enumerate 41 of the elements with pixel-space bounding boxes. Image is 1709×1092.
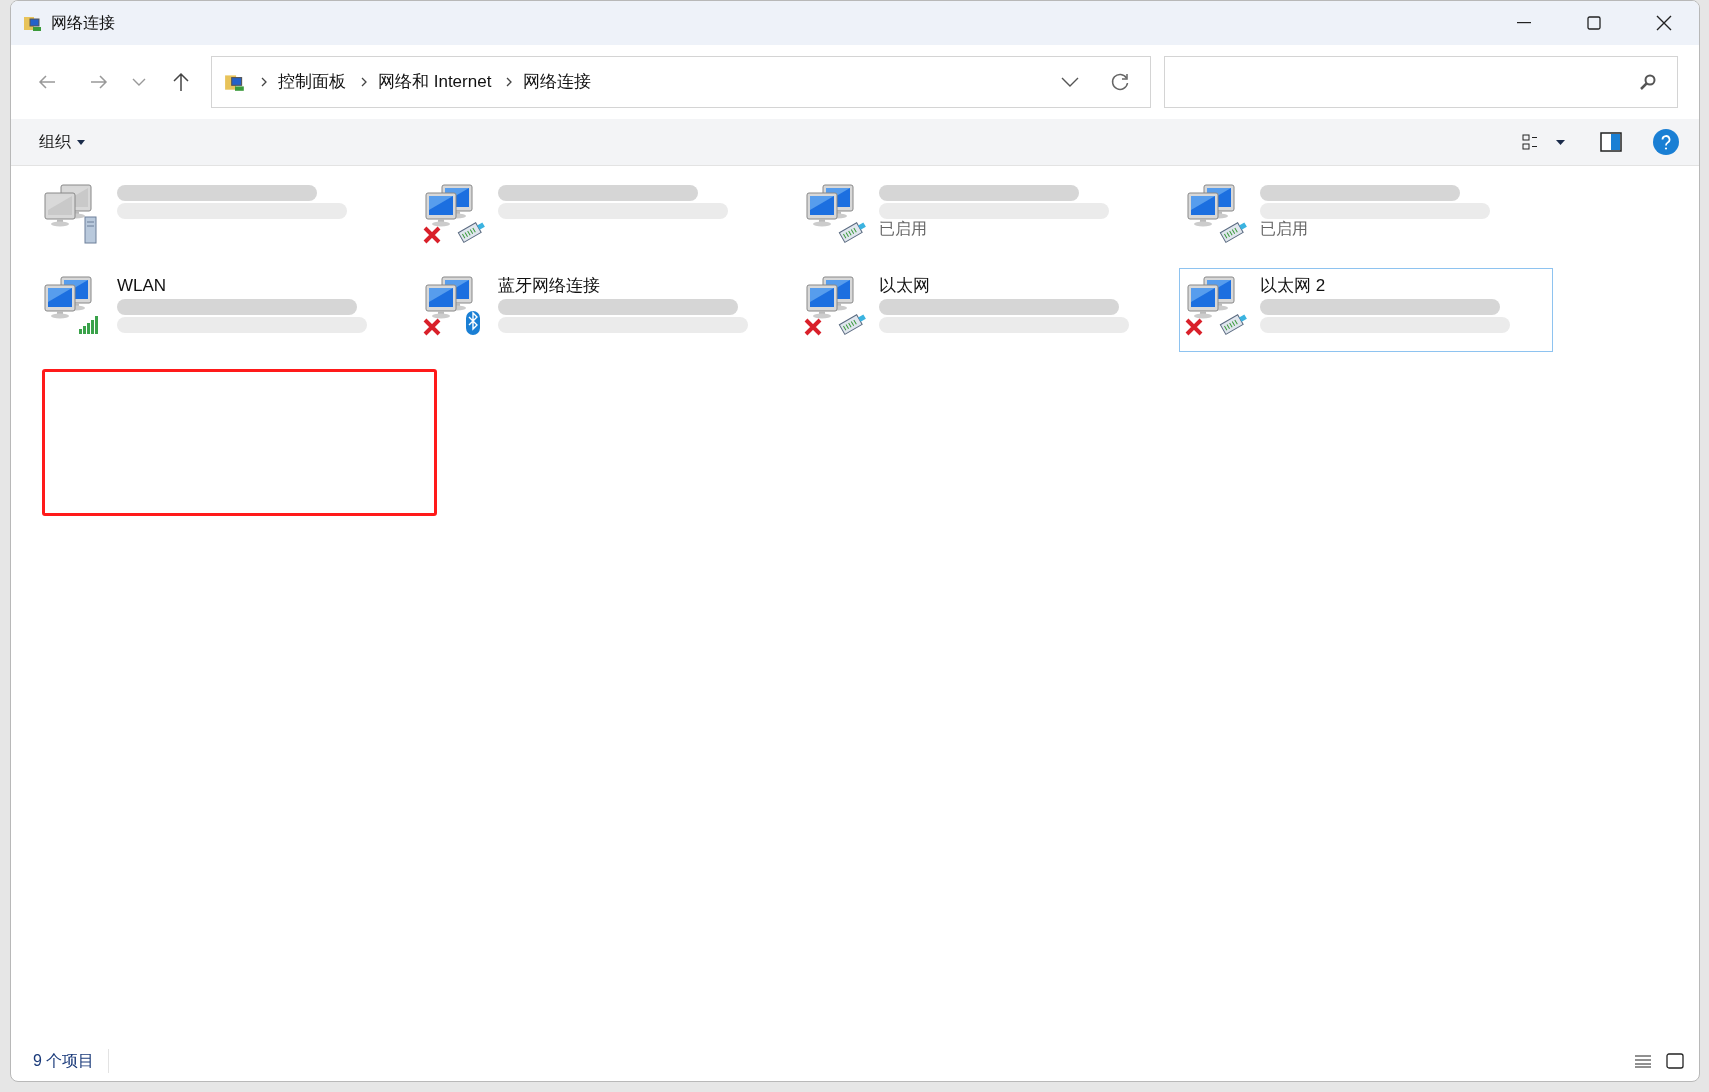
preview-pane-button[interactable] bbox=[1599, 130, 1623, 154]
connection-item[interactable]: 以太网 bbox=[798, 268, 1172, 352]
close-icon bbox=[1656, 15, 1672, 31]
connection-name: 以太网 2 bbox=[1260, 275, 1327, 297]
connection-item[interactable]: WLAN bbox=[36, 268, 410, 352]
connection-item[interactable]: 蓝牙网络连接 bbox=[417, 268, 791, 352]
connection-item[interactable]: 已启用 bbox=[1179, 176, 1553, 260]
connection-item[interactable]: 已启用 bbox=[798, 176, 1172, 260]
up-icon bbox=[172, 72, 190, 92]
back-icon bbox=[38, 74, 56, 90]
connection-name: 以太网 bbox=[879, 275, 931, 297]
help-icon bbox=[1661, 134, 1671, 150]
forward-icon bbox=[90, 74, 108, 90]
breadcrumb-item[interactable]: 控制面板 bbox=[278, 69, 346, 95]
chevron-icon bbox=[505, 77, 514, 87]
connection-item[interactable]: 以太网 2 bbox=[1179, 268, 1553, 352]
preview-pane-icon bbox=[1600, 132, 1622, 152]
chevron-icon bbox=[360, 77, 368, 87]
maximize-icon bbox=[1587, 16, 1601, 30]
recent-dropdown-icon bbox=[132, 78, 146, 86]
address-bar[interactable]: 控制面板 网络和 Internet 网络连接 bbox=[211, 56, 1151, 108]
caret-icon bbox=[77, 139, 85, 145]
caret-icon bbox=[1556, 139, 1565, 145]
details-view-icon bbox=[1634, 1054, 1652, 1068]
breadcrumb-item[interactable]: 网络连接 bbox=[523, 69, 592, 95]
refresh-icon bbox=[1110, 72, 1130, 92]
connection-name: 蓝牙网络连接 bbox=[498, 275, 601, 297]
connection-status: 已启用 bbox=[879, 219, 928, 239]
help-button[interactable] bbox=[1653, 129, 1679, 155]
minimize-icon bbox=[1517, 22, 1531, 24]
breadcrumb-item[interactable]: 网络和 Internet bbox=[378, 69, 492, 95]
address-dropdown-icon bbox=[1061, 77, 1079, 87]
window-title: 网络连接 bbox=[51, 13, 115, 33]
large-icons-view-icon bbox=[1666, 1053, 1684, 1069]
search-field[interactable] bbox=[1164, 56, 1678, 108]
connection-name: WLAN bbox=[117, 275, 168, 297]
search-icon bbox=[1639, 73, 1657, 91]
chevron-icon bbox=[260, 77, 268, 87]
item-count: 9 个项目 bbox=[33, 1049, 110, 1073]
organize-menu-button[interactable]: 组织 bbox=[39, 130, 85, 154]
connection-status: 已启用 bbox=[1260, 219, 1309, 239]
